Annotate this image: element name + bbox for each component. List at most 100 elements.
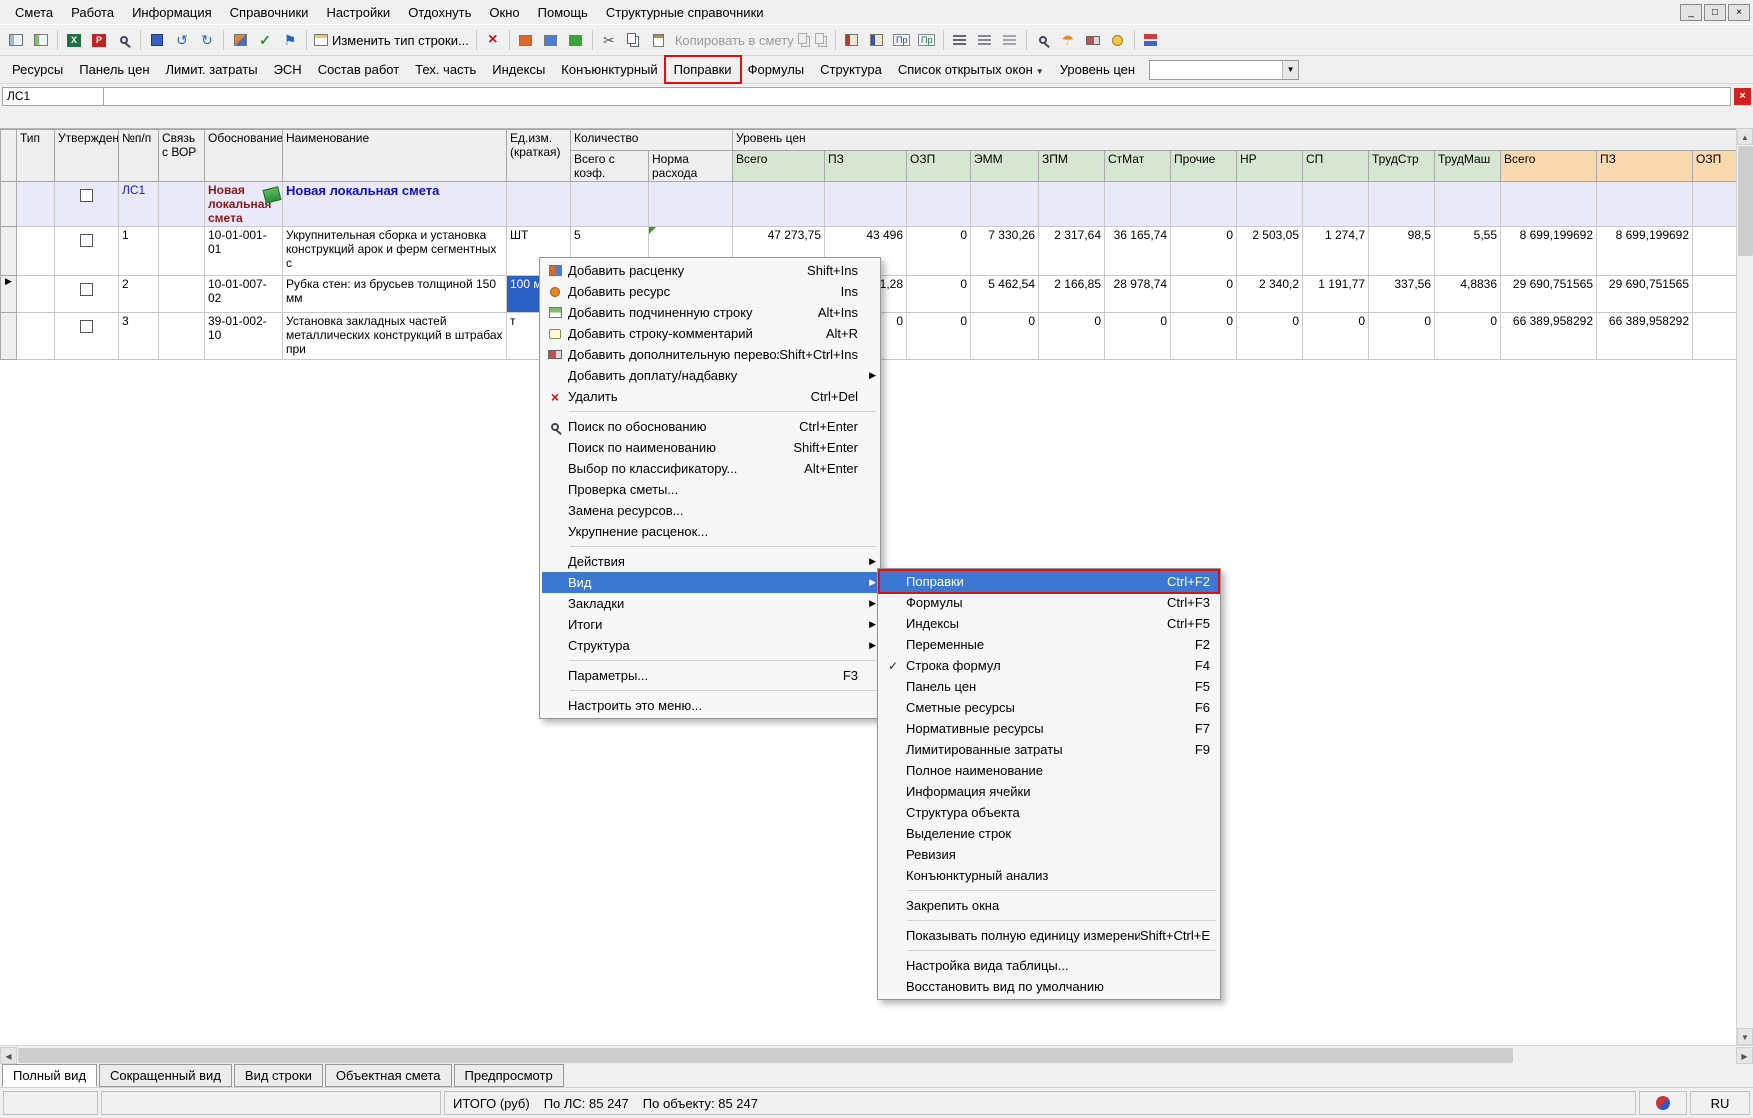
cell[interactable]: 5 462,54 (971, 276, 1039, 313)
scroll-right-icon[interactable]: ▶ (1736, 1047, 1753, 1064)
cell[interactable]: 66 389,958292 (1501, 313, 1597, 360)
excel-export-button[interactable]: X (62, 27, 86, 53)
cell[interactable]: 1 274,7 (1303, 227, 1369, 276)
col-header-unit[interactable]: Ед.изм. (краткая) (507, 130, 571, 182)
cell[interactable]: 66 389,958292 (1597, 313, 1693, 360)
approved-checkbox[interactable] (80, 320, 93, 333)
col-header-justification[interactable]: Обоснование (205, 130, 283, 182)
cm-search-name[interactable]: Поиск по наименованиюShift+Enter (542, 437, 878, 458)
cell-name[interactable]: Новая локальная смета (283, 182, 507, 227)
vm-vydelenie-strok[interactable]: Выделение строк (880, 823, 1218, 844)
approved-checkbox[interactable] (80, 283, 93, 296)
analysis-button[interactable] (1031, 27, 1055, 53)
undo-button[interactable]: ↺ (170, 27, 194, 53)
cell[interactable] (17, 182, 55, 227)
scroll-down-icon[interactable]: ▼ (1737, 1028, 1753, 1045)
copy-button[interactable] (622, 27, 646, 53)
cell[interactable]: 0 (907, 276, 971, 313)
cell-justification[interactable]: 10-01-007-02 (205, 276, 283, 313)
cm-totals[interactable]: Итоги▶ (542, 614, 878, 635)
col-header-stmat[interactable]: СтМат (1105, 151, 1171, 182)
cell[interactable] (1693, 227, 1737, 276)
col-header-emm[interactable]: ЭММ (971, 151, 1039, 182)
cm-customize-menu[interactable]: Настроить это меню... (542, 695, 878, 716)
cm-bookmarks[interactable]: Закладки▶ (542, 593, 878, 614)
cell[interactable]: 0 (1237, 313, 1303, 360)
vm-konyunkturny-analiz[interactable]: Конъюнктурный анализ (880, 865, 1218, 886)
col-header-ozp-2[interactable]: ОЗП (1693, 151, 1737, 182)
vm-normativnye-resursy[interactable]: Нормативные ресурсыF7 (880, 718, 1218, 739)
tab-esn[interactable]: ЭСН (266, 57, 310, 82)
cell-name[interactable]: Укрупнительная сборка и установка констр… (283, 227, 507, 276)
menu-item-spravochniki[interactable]: Справочники (221, 1, 318, 24)
cell[interactable] (1597, 182, 1693, 227)
col-header-sp[interactable]: СП (1303, 151, 1369, 182)
col-header-trudstr[interactable]: ТрудСтр (1369, 151, 1435, 182)
cm-replace-resources[interactable]: Замена ресурсов... (542, 500, 878, 521)
vertical-scroll-thumb[interactable] (1738, 146, 1753, 256)
cell[interactable]: 4,8836 (1435, 276, 1501, 313)
cell-reference-box[interactable]: ЛС1 (2, 87, 104, 106)
pdf-export-button[interactable]: P (87, 27, 111, 53)
cell[interactable] (971, 182, 1039, 227)
menu-item-okno[interactable]: Окно (480, 1, 528, 24)
cell[interactable]: 0 (1303, 313, 1369, 360)
layers-button[interactable] (1139, 27, 1163, 53)
tab-short-view[interactable]: Сокращенный вид (99, 1064, 232, 1087)
outline-level-2-button[interactable] (973, 27, 997, 53)
vm-smetnye-resursy[interactable]: Сметные ресурсыF6 (880, 697, 1218, 718)
approved-checkbox[interactable] (80, 234, 93, 247)
cell[interactable] (1105, 182, 1171, 227)
cell[interactable] (825, 182, 907, 227)
col-header-approved[interactable]: Утверждено (55, 130, 119, 182)
cell-num[interactable]: ЛС1 (119, 182, 159, 227)
col-header-nr[interactable]: НР (1237, 151, 1303, 182)
cell[interactable]: 0 (1369, 313, 1435, 360)
horizontal-scrollbar[interactable]: ◀ ▶ (0, 1045, 1753, 1064)
pr-catalog-button[interactable]: Пр (890, 27, 914, 53)
flag-button[interactable]: ⚑ (278, 27, 302, 53)
save-button[interactable] (145, 27, 169, 53)
col-group-price-level[interactable]: Уровень цен (733, 130, 1737, 151)
cell[interactable] (1369, 182, 1435, 227)
tab-popravki[interactable]: Поправки (666, 57, 740, 82)
cell[interactable]: 29 690,751565 (1501, 276, 1597, 313)
cell[interactable] (17, 276, 55, 313)
cell[interactable] (733, 182, 825, 227)
cell[interactable]: 0 (1039, 313, 1105, 360)
horizontal-scroll-thumb[interactable] (18, 1048, 1513, 1063)
cut-button[interactable]: ✂ (597, 27, 621, 53)
col-header-qty-total[interactable]: Всего с коэф. (571, 151, 649, 182)
norm-base-button[interactable] (865, 27, 889, 53)
cell[interactable]: 337,56 (1369, 276, 1435, 313)
cell[interactable]: 0 (1171, 227, 1237, 276)
cell[interactable] (1693, 276, 1737, 313)
menu-item-pomoshch[interactable]: Помощь (529, 1, 597, 24)
tab-sostav-rabot[interactable]: Состав работ (310, 57, 407, 82)
cell-justification[interactable]: Новая локальная смета (205, 182, 283, 227)
cell-num[interactable]: 3 (119, 313, 159, 360)
cell[interactable] (17, 227, 55, 276)
cm-structure[interactable]: Структура▶ (542, 635, 878, 656)
search-button[interactable] (112, 27, 136, 53)
cell[interactable]: 8 699,199692 (1501, 227, 1597, 276)
cm-parameters[interactable]: Параметры...F3 (542, 665, 878, 686)
col-header-vsego-2[interactable]: Всего (1501, 151, 1597, 182)
cm-add-surcharge[interactable]: Добавить доплату/надбавку▶ (542, 365, 878, 386)
cm-classifier[interactable]: Выбор по классификатору...Alt+Enter (542, 458, 878, 479)
formula-bar-close-button[interactable]: × (1734, 88, 1751, 105)
vertical-scrollbar[interactable]: ▲ ▼ (1736, 128, 1753, 1045)
menu-item-strukturnye-spravochniki[interactable]: Структурные справочники (597, 1, 773, 24)
transport-button[interactable] (1081, 27, 1105, 53)
cell[interactable]: 36 165,74 (1105, 227, 1171, 276)
vm-popravki[interactable]: ПоправкиCtrl+F2 (880, 571, 1218, 592)
tab-row-view[interactable]: Вид строки (234, 1064, 323, 1087)
cell[interactable]: 29 690,751565 (1597, 276, 1693, 313)
cell[interactable]: 2 503,05 (1237, 227, 1303, 276)
vm-formuly[interactable]: ФормулыCtrl+F3 (880, 592, 1218, 613)
cell-justification[interactable]: 10-01-001-01 (205, 227, 283, 276)
col-header-name[interactable]: Наименование (283, 130, 507, 182)
cm-check-estimate[interactable]: Проверка сметы... (542, 479, 878, 500)
vm-full-unit[interactable]: Показывать полную единицу измеренияShift… (880, 925, 1218, 946)
col-header-zpm[interactable]: ЗПМ (1039, 151, 1105, 182)
